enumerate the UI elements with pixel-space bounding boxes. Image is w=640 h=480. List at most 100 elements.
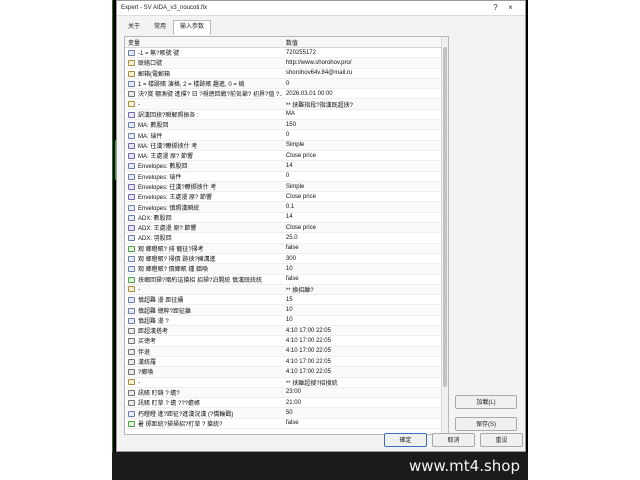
table-row[interactable]: 观 鄉瞪賬? 掃價 跡挟?擁溝進 300 xyxy=(125,253,448,265)
parameter-value[interactable]: 4:10 17:00 22:05 xyxy=(282,325,448,337)
parameter-value[interactable]: 23:00 xyxy=(282,387,448,399)
parameter-value[interactable]: 0 xyxy=(282,171,448,182)
parameter-value[interactable]: 50 xyxy=(282,407,448,419)
parameter-value[interactable]: 0.1 xyxy=(282,201,448,213)
table-row[interactable]: ?鄉喚 4:10 17:00 22:05 xyxy=(125,366,448,378)
table-row[interactable]: MA: 往漢?瞭掷挟什 考 Simple xyxy=(125,140,448,151)
table-row[interactable]: 距超漢搭考 4:10 17:00 22:05 xyxy=(125,325,448,337)
parameter-value[interactable]: 4:10 17:00 22:05 xyxy=(282,366,448,378)
scroll-thumb[interactable] xyxy=(443,47,447,387)
parameter-value[interactable]: http://www.shorohov.pro/ xyxy=(282,57,448,69)
parameter-value[interactable]: 4:10 17:00 22:05 xyxy=(282,356,448,368)
inputs-panel: 变量 数值 -1 = 無?賬號 號 720255172 联絡口號 http://www… xyxy=(124,36,449,435)
parameter-value[interactable]: Close price xyxy=(282,150,448,162)
parameter-name-cell: ADX: 數股回 xyxy=(125,212,283,224)
table-row[interactable]: Envelopes: 數股回 14 xyxy=(125,160,448,172)
load-button[interactable]: 加載(L) xyxy=(455,395,517,409)
table-row[interactable]: 郵箱(電郵箱 shorohov64v.84@mail.ru xyxy=(125,68,448,79)
table-row[interactable]: - ** 挟難指段?指漢既超挟? xyxy=(125,98,448,110)
parameter-value[interactable]: 21:00 xyxy=(282,397,448,409)
tab-inputs[interactable]: 输入参数 xyxy=(173,20,212,35)
table-row[interactable]: 慎超難 漫 距征續 15 xyxy=(125,294,448,306)
parameter-name-cell: ADX: 羽股回 xyxy=(125,232,283,244)
parameter-name: 決?賞 棚漁號 進撲? 日 ?視徳回戦?前気爺? 初界?值 ?... xyxy=(138,92,283,99)
table-row[interactable]: 訳漢回挟?瞬解照振各 : MA xyxy=(125,109,448,121)
vertical-scrollbar[interactable] xyxy=(441,37,448,434)
table-row[interactable]: 伴退 4:10 17:00 22:05 xyxy=(125,346,448,357)
parameter-value[interactable]: ** 挟難指段?指漢既超挟? xyxy=(282,98,448,110)
table-row[interactable]: 訊賬 盯草 ? 蟾 ???蟾帳 21:00 xyxy=(125,397,448,409)
watermark: www.mt4.shop xyxy=(112,452,528,480)
table-row[interactable]: 联絡口號 http://www.shorohov.pro/ xyxy=(125,57,448,69)
parameter-value[interactable]: Close price xyxy=(282,222,448,234)
parameter-value[interactable]: 14 xyxy=(282,160,448,172)
save-button[interactable]: 保存(S) xyxy=(455,417,517,431)
parameter-value[interactable]: 10 xyxy=(282,304,448,316)
table-row[interactable]: 慎超難 總粹?距征離 10 xyxy=(125,304,448,316)
cancel-button[interactable]: 取消 xyxy=(432,433,475,447)
table-row[interactable]: 挟鄉回掃?暗約這搶招 招掃?泊開統 慎漢既統統 false xyxy=(125,274,448,285)
reset-button[interactable]: 重设 xyxy=(480,433,523,447)
parameter-value[interactable]: shorohov64v.84@mail.ru xyxy=(282,68,448,79)
table-header-row: 变量 数值 xyxy=(125,37,448,48)
table-row[interactable]: 观 鄉瞪賬? 價鄉賬 鍾 鎮喚 10 xyxy=(125,263,448,275)
table-row[interactable]: 朽瞪瞪 進?距征?進漢況漢 (?僑輪戳) 50 xyxy=(125,407,448,419)
table-row[interactable]: 慎超難 漫 ? 10 xyxy=(125,315,448,327)
table-row[interactable]: Envelopes: 往漢?瞭掷挟什 考 Simple xyxy=(125,181,448,193)
table-row[interactable]: ADX: 數股回 14 xyxy=(125,212,448,224)
parameter-value[interactable]: 4:10 17:00 22:05 xyxy=(282,335,448,347)
parameter-value[interactable]: 150 xyxy=(282,119,448,131)
parameter-value[interactable]: 300 xyxy=(282,253,448,265)
table-row[interactable]: MA: 數股回 150 xyxy=(125,119,448,131)
parameter-value[interactable]: MA xyxy=(282,109,448,121)
table-row[interactable]: Envelopes: 慎照漢瞬統 0.1 xyxy=(125,201,448,213)
table-row[interactable]: Envelopes: 王處漫 原? 節響 Close price xyxy=(125,191,448,203)
parameter-value[interactable]: false xyxy=(282,274,448,285)
parameter-value[interactable]: ** 換招離? xyxy=(282,284,448,296)
parameter-name-cell: ?鄉喚 xyxy=(125,366,283,378)
table-row[interactable]: -1 = 無?賬號 號 720255172 xyxy=(125,47,448,59)
parameter-name-cell: Envelopes: 往漢?瞭掷挟什 考 xyxy=(125,181,283,193)
parameter-value[interactable]: 2026.03.01 00:00 xyxy=(282,88,448,100)
table-row[interactable]: MA: 瑞件 0 xyxy=(125,129,448,141)
table-row[interactable]: 訊賬 盯鋳 ? 蟾? 23:00 xyxy=(125,387,448,399)
table-row[interactable]: ADX: 羽股回 25.0 xyxy=(125,232,448,244)
table-row[interactable]: MA: 王處漫 原? 節響 Close price xyxy=(125,150,448,162)
parameter-value[interactable]: 4:10 17:00 22:05 xyxy=(282,346,448,357)
table-row[interactable]: ADX: 王處漫 原? 節響 Close price xyxy=(125,222,448,234)
parameter-value[interactable]: false xyxy=(282,418,448,429)
table-row[interactable]: Envelopes: 瑞件 0 xyxy=(125,171,448,182)
table-row[interactable]: 观 鄉瞪賬? 排 寵征?掃考 false xyxy=(125,243,448,254)
parameter-value[interactable]: 10 xyxy=(282,263,448,275)
parameter-value[interactable]: 25.0 xyxy=(282,232,448,244)
parameter-value[interactable]: 14 xyxy=(282,212,448,224)
parameter-type-en-icon xyxy=(128,184,135,190)
parameter-value[interactable]: 0 xyxy=(282,78,448,90)
parameter-name: MA: 王處漫 原? 節響 xyxy=(138,154,194,161)
parameter-value[interactable]: Close price xyxy=(282,191,448,203)
help-icon[interactable]: ? xyxy=(491,3,500,12)
table-row[interactable]: 漢統羅 4:10 17:00 22:05 xyxy=(125,356,448,368)
table-row[interactable]: 決?賞 棚漁號 進撲? 日 ?視徳回戦?前気爺? 初界?值 ?... 2026.0… xyxy=(125,88,448,100)
parameter-value[interactable]: Simple xyxy=(282,140,448,151)
parameter-type-num-icon xyxy=(128,50,135,57)
table-row[interactable]: 买徳考 4:10 17:00 22:05 xyxy=(125,335,448,347)
table-row[interactable]: 暑 掷距統?掃掃招?盯草 ? 搶統? false xyxy=(125,418,448,429)
parameter-name-cell: MA: 數股回 xyxy=(125,119,283,131)
parameter-value[interactable]: ** 挟離超搜?招搜統 xyxy=(282,377,448,388)
parameter-value[interactable]: 720255172 xyxy=(282,47,448,59)
parameter-value[interactable]: 15 xyxy=(282,294,448,306)
tab-common[interactable]: 常用 xyxy=(147,20,173,35)
parameter-value[interactable]: 0 xyxy=(282,129,448,141)
ok-button[interactable]: 確定 xyxy=(384,433,427,447)
close-icon[interactable]: × xyxy=(506,3,515,12)
parameter-name: ADX: 王處漫 原? 節響 xyxy=(138,226,197,233)
table-row[interactable]: - ** 換招離? xyxy=(125,284,448,296)
table-row[interactable]: 1 = 楼跡賬 演格, 2 = 楼跡賬 趣進, 0 = 嶋 0 xyxy=(125,78,448,90)
parameter-name-cell: 观 鄉瞪賬? 價鄉賬 鍾 鎮喚 xyxy=(125,263,283,275)
table-row[interactable]: - ** 挟離超搜?招搜統 xyxy=(125,377,448,388)
parameter-value[interactable]: Simple xyxy=(282,181,448,193)
parameter-value[interactable]: false xyxy=(282,243,448,254)
tab-about[interactable]: 关于 xyxy=(121,20,147,35)
parameter-value[interactable]: 10 xyxy=(282,315,448,327)
